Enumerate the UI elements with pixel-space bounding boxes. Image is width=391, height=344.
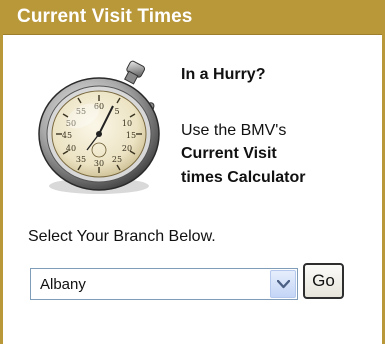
calculator-link-line1[interactable]: Current Visit [181, 145, 277, 163]
svg-text:20: 20 [122, 144, 132, 153]
svg-text:15: 15 [126, 131, 136, 140]
dropdown-toggle[interactable] [270, 270, 296, 298]
calculator-link-line2[interactable]: times Calculator [181, 169, 305, 187]
go-button[interactable]: Go [303, 263, 344, 299]
svg-text:10: 10 [122, 119, 132, 128]
promo-body-text: Use the BMV's [181, 122, 287, 139]
stopwatch-icon: 60 5 10 15 20 25 30 35 40 45 50 55 [27, 58, 173, 198]
promo-heading: In a Hurry? [181, 66, 266, 83]
branch-selected-value: Albany [40, 276, 86, 293]
widget-header: Current Visit Times [3, 0, 382, 35]
svg-text:40: 40 [66, 144, 76, 153]
widget-title: Current Visit Times [17, 6, 193, 27]
svg-text:5: 5 [114, 107, 119, 116]
chevron-down-icon [277, 280, 290, 289]
svg-text:35: 35 [76, 155, 86, 164]
visit-times-widget: Current Visit Times 60 5 10 15 20 25 30 … [0, 0, 385, 344]
svg-text:25: 25 [112, 155, 122, 164]
svg-text:45: 45 [62, 131, 72, 140]
branch-select[interactable]: Albany [30, 268, 298, 300]
branch-select-label: Select Your Branch Below. [28, 228, 216, 245]
svg-text:30: 30 [94, 159, 104, 168]
